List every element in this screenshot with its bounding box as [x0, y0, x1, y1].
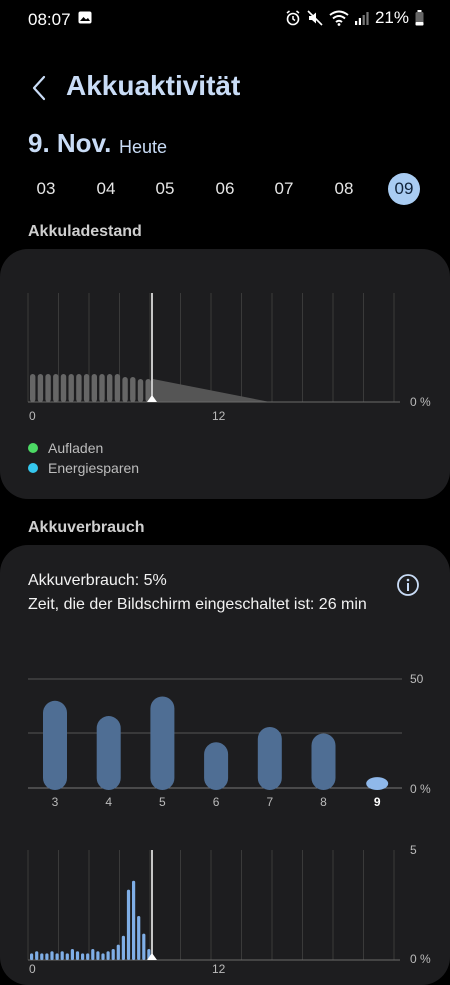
hourly-usage-bar	[106, 951, 110, 960]
hourly-usage-bar	[40, 953, 44, 960]
daily-x-label: 4	[105, 795, 112, 809]
day-07[interactable]: 07	[268, 173, 300, 205]
hourly-x-label-0: 0	[29, 962, 36, 976]
battery-level-bar	[37, 374, 44, 402]
daily-usage-bar	[96, 716, 121, 790]
day-08[interactable]: 08	[328, 173, 360, 205]
battery-x-label-12: 12	[212, 409, 226, 423]
back-icon[interactable]	[28, 72, 50, 104]
hourly-bottom-label: 0 %	[410, 952, 431, 966]
battery-level-bar	[122, 377, 128, 402]
hourly-usage-bar	[101, 953, 105, 960]
daily-usage-bar	[43, 700, 67, 790]
battery-level-bar	[76, 374, 82, 402]
battery-level-bar	[137, 379, 144, 402]
hourly-usage-bar	[60, 951, 64, 960]
hourly-usage-bar	[70, 949, 74, 960]
current-date-label: Heute	[119, 137, 168, 157]
info-icon[interactable]	[396, 573, 420, 597]
battery-level-bar	[68, 374, 74, 402]
hourly-usage-bar	[132, 880, 136, 960]
daily-usage-chart: 3 4 5 6 7 8 9	[28, 678, 402, 809]
legend-power-saving-label: Energiesparen	[48, 460, 140, 476]
day-03[interactable]: 03	[30, 173, 62, 205]
usage-title: Akkuverbrauch	[28, 519, 145, 536]
daily-x-label: 9	[374, 795, 381, 809]
daily-x-label: 5	[159, 795, 166, 809]
daily-x-label: 7	[266, 795, 273, 809]
alarm-icon	[286, 10, 300, 26]
daily-x-label: 8	[320, 795, 327, 809]
hourly-x-label-12: 12	[212, 962, 226, 976]
status-bar: 08:07 21%	[0, 0, 450, 40]
hourly-usage-bar	[55, 953, 59, 960]
status-time: 08:07	[28, 10, 71, 29]
battery-level-bar	[83, 374, 90, 402]
legend-charging: Aufladen	[28, 440, 103, 456]
battery-percent: 21%	[374, 8, 409, 27]
legend-power-saving: Energiesparen	[28, 460, 139, 476]
battery-level-bar	[53, 374, 59, 402]
hourly-usage-chart	[27, 850, 400, 961]
wifi-icon	[329, 10, 349, 26]
day-04[interactable]: 04	[90, 173, 122, 205]
battery-y-label: 0 %	[410, 395, 431, 409]
day-09[interactable]: 09	[388, 173, 420, 205]
hourly-usage-bar	[81, 953, 85, 960]
day-06[interactable]: 06	[209, 173, 241, 205]
day-05[interactable]: 05	[149, 173, 181, 205]
daily-usage-bar	[257, 726, 282, 790]
charging-dot	[28, 443, 38, 453]
daily-x-label: 3	[52, 795, 59, 809]
gallery-icon	[78, 11, 92, 24]
hourly-usage-bar	[86, 953, 90, 960]
hourly-usage-bar	[91, 949, 95, 960]
legend-charging-label: Aufladen	[48, 440, 104, 456]
hourly-usage-bar	[65, 953, 69, 960]
battery-icon	[415, 10, 424, 26]
hourly-usage-bar	[45, 953, 49, 960]
mute-icon	[307, 10, 323, 26]
daily-usage-bar	[311, 733, 336, 790]
hourly-usage-bar	[142, 933, 146, 960]
battery-level-bar	[107, 374, 113, 402]
daily-top-label: 50	[410, 672, 424, 686]
daily-usage-bar	[150, 696, 175, 790]
hourly-usage-bar	[121, 935, 125, 960]
daily-usage-bar	[366, 777, 389, 790]
usage-summary: Akkuverbrauch: 5%	[28, 572, 167, 589]
battery-level-bar	[130, 377, 136, 402]
battery-x-label-0: 0	[29, 409, 36, 423]
battery-level-bar	[91, 374, 97, 402]
hourly-usage-bar	[137, 916, 141, 960]
signal-icon	[354, 12, 369, 25]
battery-level-bar	[114, 374, 121, 402]
daily-bottom-label: 0 %	[410, 782, 431, 796]
hourly-usage-bar	[96, 951, 100, 960]
hourly-usage-bar	[30, 953, 34, 960]
battery-level-bar	[60, 374, 67, 402]
hourly-usage-bar	[116, 944, 120, 960]
power-saving-dot	[28, 463, 38, 473]
current-date: 9. Nov.	[28, 128, 112, 158]
hourly-usage-bar	[35, 951, 39, 960]
battery-level-bar	[45, 374, 51, 402]
battery-level-title: Akkuladestand	[28, 223, 142, 240]
daily-x-label: 6	[213, 795, 220, 809]
hourly-top-label: 5	[410, 843, 417, 857]
hourly-usage-bar	[126, 889, 131, 960]
hourly-usage-bar	[111, 949, 115, 960]
page-title: Akkuaktivität	[66, 70, 241, 101]
battery-level-bar	[99, 374, 105, 402]
hourly-usage-bar	[75, 951, 80, 960]
daily-usage-bar	[204, 742, 229, 790]
hourly-usage-bar	[50, 951, 54, 960]
screen-time-summary: Zeit, die der Bildschirm eingeschaltet i…	[28, 596, 367, 613]
battery-level-bar	[30, 374, 36, 402]
